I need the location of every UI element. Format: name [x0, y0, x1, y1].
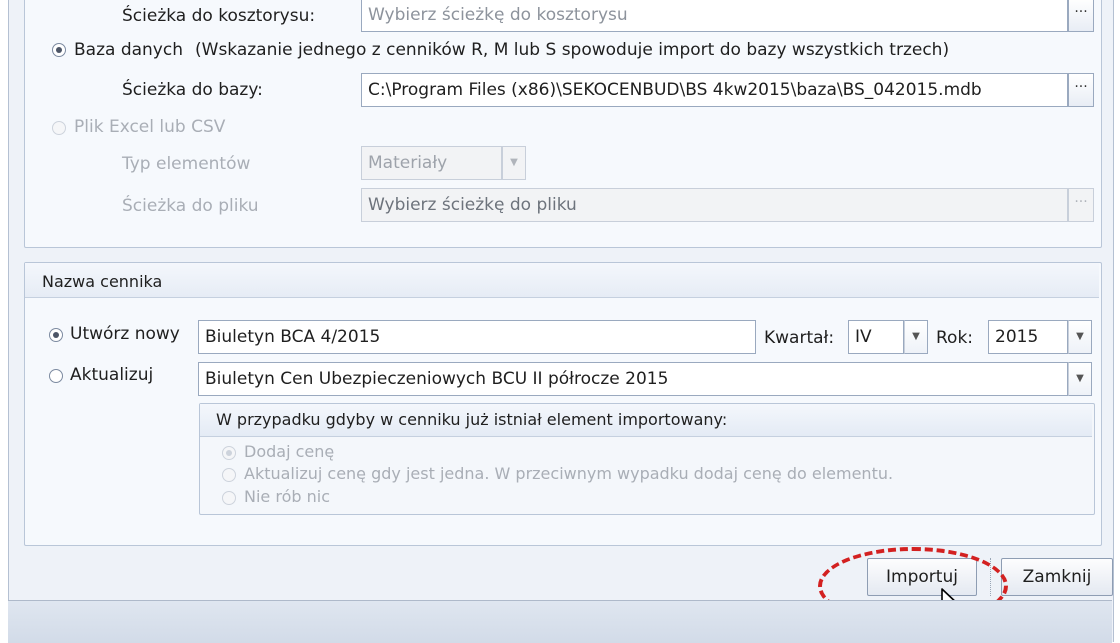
option-add-price-radio[interactable] — [222, 446, 236, 460]
option-do-nothing-radio[interactable] — [222, 491, 236, 505]
file-browse-button[interactable]: ··· — [1068, 188, 1094, 222]
excel-option-radio[interactable] — [52, 121, 66, 135]
create-new-label: Utwórz nowy — [70, 324, 180, 344]
element-type-dropdown-icon[interactable]: ▼ — [502, 146, 526, 180]
update-price-list-dropdown-icon[interactable]: ▼ — [1068, 362, 1092, 396]
cost-estimate-browse-button[interactable]: ··· — [1068, 0, 1094, 32]
option-update-price-label: Aktualizuj cenę gdy jest jedna. W przeci… — [244, 464, 894, 483]
database-path-input[interactable]: C:\Program Files (x86)\SEKOCENBUD\BS 4kw… — [361, 73, 1068, 107]
update-price-list-select[interactable]: Biuletyn Cen Ubezpieczeniowych BCU II pó… — [198, 362, 1068, 396]
quarter-select[interactable]: IV — [848, 320, 904, 354]
file-path-label: Ścieżka do pliku — [122, 196, 259, 216]
cost-estimate-path-input[interactable]: Wybierz ścieżkę do kosztorysu — [361, 0, 1068, 32]
price-list-group-title: Nazwa cennika — [42, 272, 163, 291]
close-button[interactable]: Zamknij — [1001, 558, 1113, 596]
option-do-nothing-label: Nie rób nic — [244, 487, 330, 506]
year-dropdown-icon[interactable]: ▼ — [1068, 320, 1092, 354]
option-add-price-label: Dodaj cenę — [244, 442, 335, 461]
database-option-note: (Wskazanie jednego z cenników R, M lub S… — [195, 40, 950, 60]
update-radio[interactable] — [49, 369, 63, 383]
price-list-group-header — [25, 263, 1099, 298]
database-option-label: Baza danych — [74, 40, 183, 60]
quarter-label: Kwartał: — [764, 328, 835, 348]
create-new-name-input[interactable]: Biuletyn BCA 4/2015 — [198, 320, 756, 354]
year-select[interactable]: 2015 — [988, 320, 1068, 354]
quarter-dropdown-icon[interactable]: ▼ — [904, 320, 928, 354]
option-update-price-radio[interactable] — [222, 468, 236, 482]
database-option-radio[interactable] — [52, 43, 66, 57]
excel-option-label: Plik Excel lub CSV — [74, 117, 226, 137]
update-label: Aktualizuj — [70, 365, 154, 385]
element-type-label: Typ elementów — [122, 154, 251, 174]
file-path-input[interactable]: Wybierz ścieżkę do pliku — [361, 188, 1068, 222]
database-browse-button[interactable]: ··· — [1068, 73, 1094, 107]
element-type-select[interactable]: Materiały — [361, 146, 502, 180]
database-path-label: Ścieżka do bazy: — [122, 80, 263, 100]
status-bar — [8, 600, 1112, 643]
create-new-radio[interactable] — [49, 328, 63, 342]
year-label: Rok: — [936, 328, 974, 348]
existing-element-group-title: W przypadku gdyby w cenniku już istniał … — [216, 410, 728, 429]
cost-estimate-path-label: Ścieżka do kosztorysu: — [122, 6, 316, 26]
